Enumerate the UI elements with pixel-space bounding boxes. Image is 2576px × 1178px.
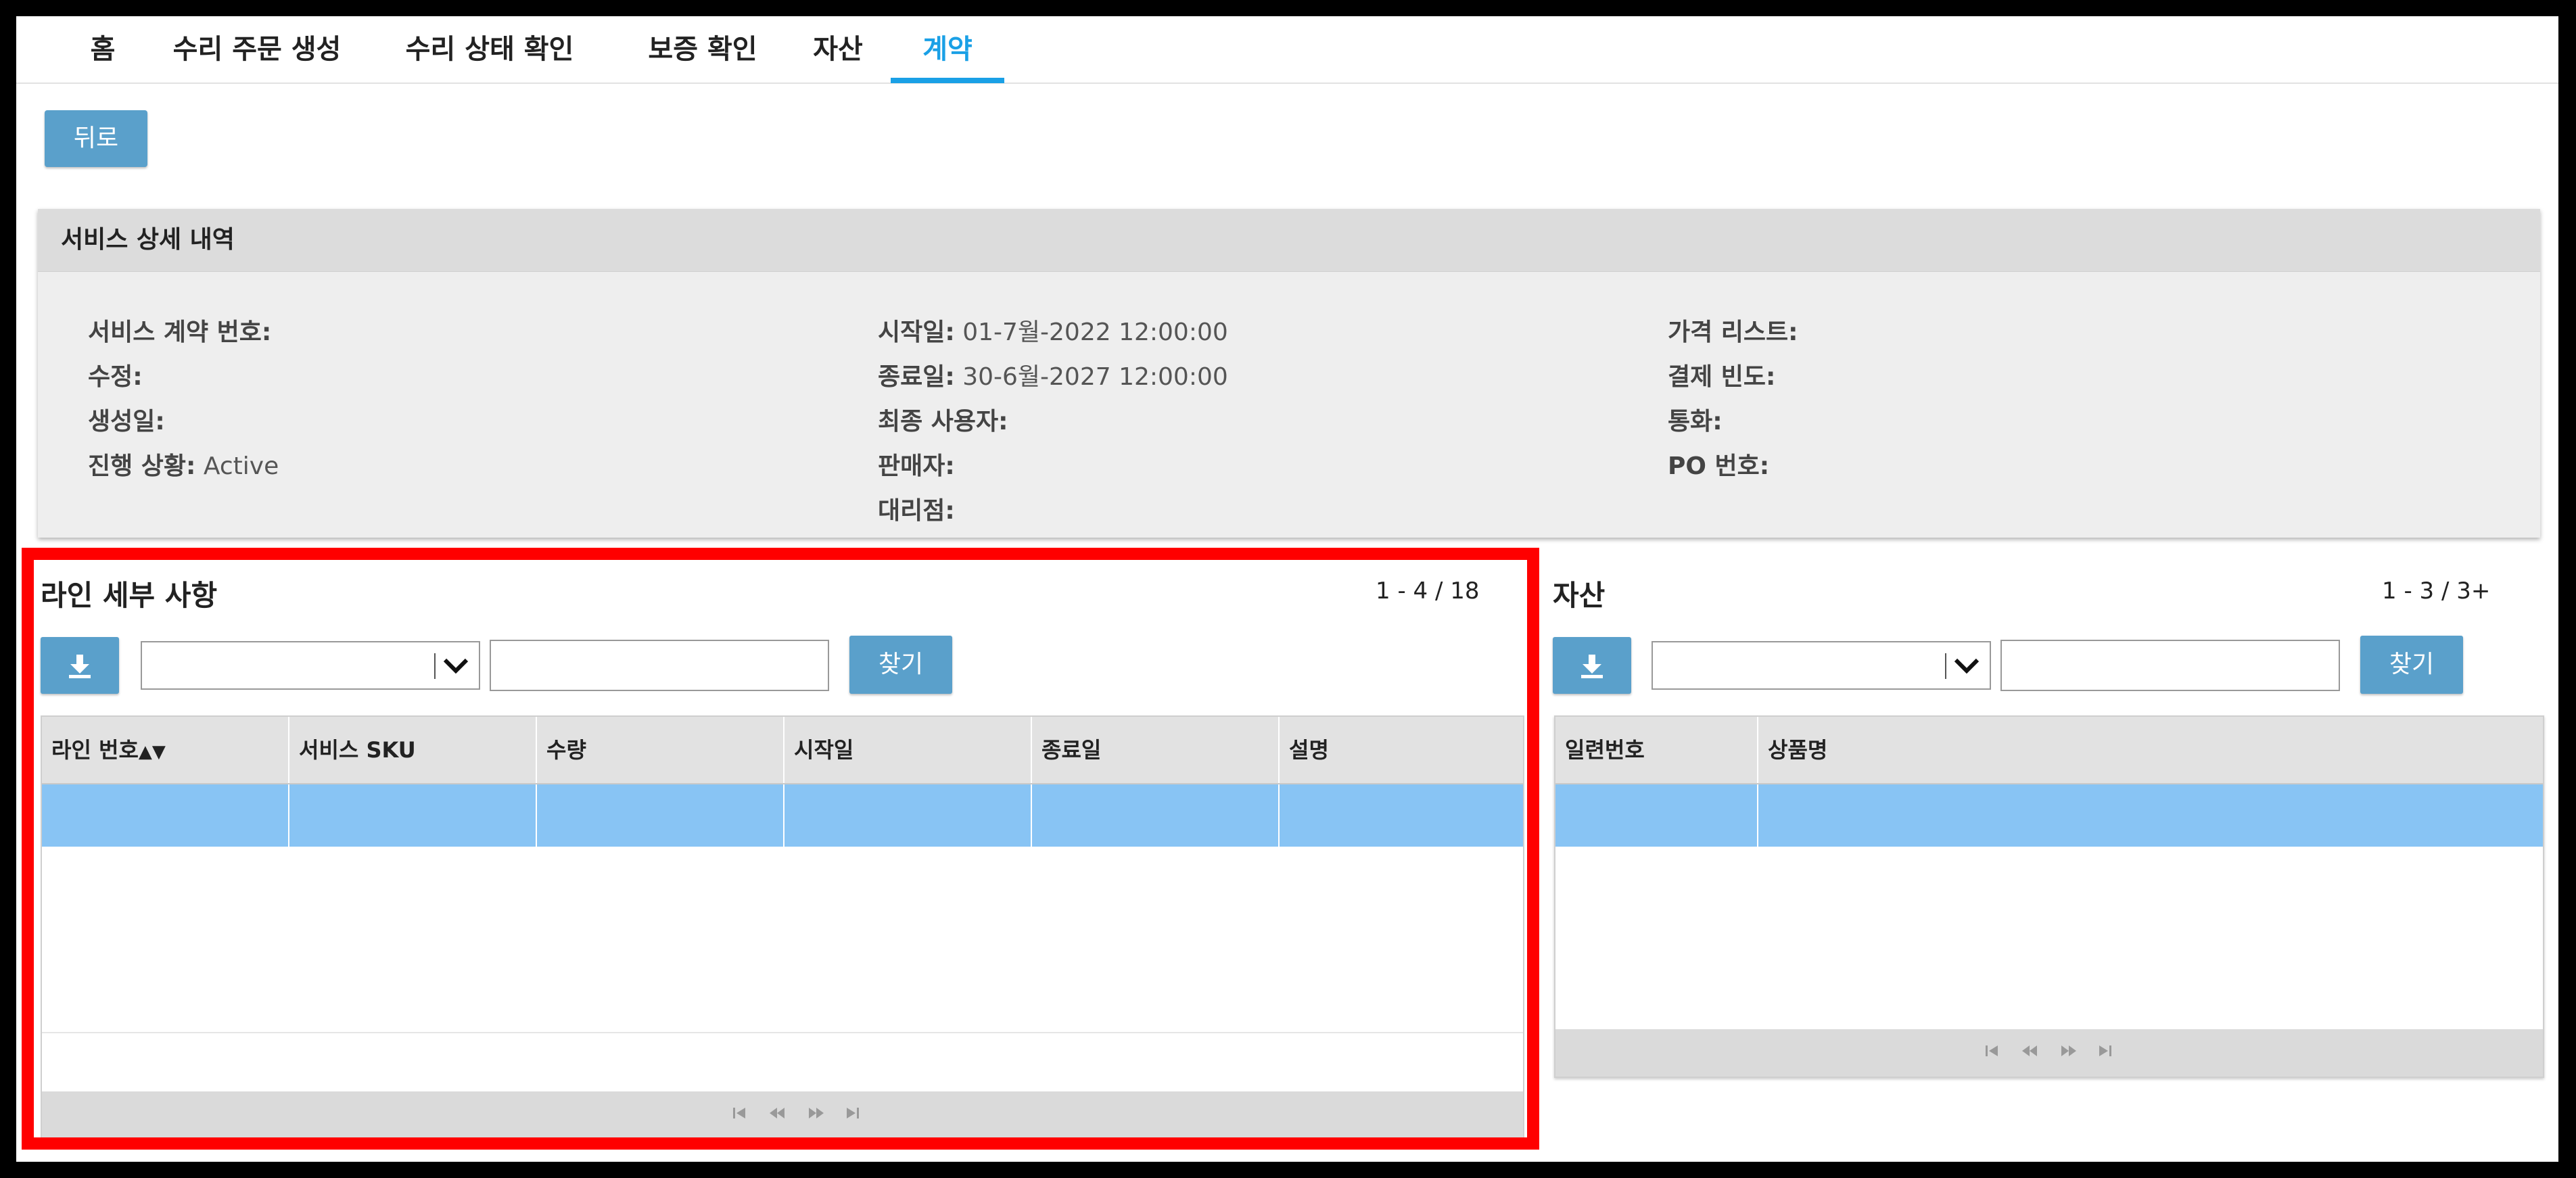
table-row[interactable] [1555, 784, 2543, 847]
field-seller: 판매자: [878, 446, 955, 481]
service-detail-panel: 서비스 상세 내역 서비스 계약 번호: 수정: 생성일: 진행 상황: Act… [38, 209, 2540, 538]
assets-find-button[interactable]: 찾기 [2360, 636, 2463, 694]
column-header-product-name[interactable]: 상품명 [1758, 717, 2543, 783]
first-page-icon[interactable] [1984, 1043, 1999, 1059]
field-value: Active [203, 452, 279, 480]
assets-count: 1 - 3 / 3+ [2382, 578, 2491, 605]
field-label: 통화: [1668, 408, 1723, 435]
field-end-user: 최종 사용자: [878, 402, 1008, 437]
grid-pagination [1555, 1029, 2543, 1077]
field-label: 최종 사용자: [878, 408, 1008, 435]
tab-contract[interactable]: 계약 [891, 16, 1004, 83]
field-label: 진행 상황: [88, 452, 196, 480]
field-label: 생성일: [88, 408, 165, 435]
last-page-icon[interactable] [2098, 1043, 2113, 1059]
field-po-number: PO 번호: [1668, 446, 1769, 481]
field-reseller: 대리점: [878, 491, 955, 526]
field-revision: 수정: [88, 357, 143, 392]
assets-title: 자산 [1553, 579, 1606, 612]
next-page-icon[interactable] [2060, 1043, 2078, 1059]
select-divider [1945, 653, 1946, 679]
tab-repair-status[interactable]: 수리 상태 확인 [381, 16, 598, 83]
field-value: 30-6월-2027 12:00:00 [962, 363, 1228, 391]
assets-download-button[interactable] [1553, 637, 1631, 694]
back-button[interactable]: 뒤로 [45, 110, 147, 167]
field-label: 판매자: [878, 452, 955, 480]
field-label: PO 번호: [1668, 452, 1770, 480]
table-cell [1758, 784, 2543, 847]
tab-assets[interactable]: 자산 [801, 16, 875, 83]
field-price-list: 가격 리스트: [1668, 312, 1798, 348]
field-label: 결제 빈도: [1668, 363, 1776, 391]
assets-grid: 일련번호 상품명 [1554, 715, 2544, 1078]
field-label: 종료일: [878, 363, 955, 391]
service-detail-header: 서비스 상세 내역 [38, 209, 2540, 272]
chevron-down-icon [1954, 658, 1980, 674]
assets-search-input[interactable] [2000, 640, 2340, 691]
field-status: 진행 상황: Active [88, 446, 279, 481]
tab-warranty-check[interactable]: 보증 확인 [622, 16, 784, 83]
top-navigation: 홈 수리 주문 생성 수리 상태 확인 보증 확인 자산 계약 [16, 16, 2558, 84]
field-contract-number: 서비스 계약 번호: [88, 312, 271, 348]
tab-home[interactable]: 홈 [70, 16, 135, 83]
field-end-date: 종료일: 30-6월-2027 12:00:00 [878, 357, 1228, 392]
field-value: 01-7월-2022 12:00:00 [962, 319, 1228, 346]
field-currency: 통화: [1668, 402, 1723, 437]
service-detail-title: 서비스 상세 내역 [61, 226, 235, 254]
field-label: 서비스 계약 번호: [88, 319, 272, 346]
field-billing-frequency: 결제 빈도: [1668, 357, 1775, 392]
active-tab-indicator [891, 78, 1004, 83]
tab-create-repair-order[interactable]: 수리 주문 생성 [156, 16, 358, 83]
field-start-date: 시작일: 01-7월-2022 12:00:00 [878, 312, 1228, 348]
column-header-serial-number[interactable]: 일련번호 [1555, 717, 1758, 783]
field-label: 가격 리스트: [1668, 319, 1798, 346]
assets-filter-select[interactable] [1652, 641, 1991, 690]
table-cell [1555, 784, 1758, 847]
field-label: 시작일: [878, 319, 955, 346]
field-label: 대리점: [878, 497, 955, 525]
grid-header: 일련번호 상품명 [1555, 717, 2543, 784]
field-label: 수정: [88, 363, 143, 391]
app-frame: 홈 수리 주문 생성 수리 상태 확인 보증 확인 자산 계약 뒤로 서비스 상… [16, 16, 2558, 1162]
field-created-date: 생성일: [88, 402, 165, 437]
highlight-box [22, 548, 1539, 1150]
previous-page-icon[interactable] [2021, 1043, 2038, 1059]
download-icon [1581, 655, 1603, 678]
